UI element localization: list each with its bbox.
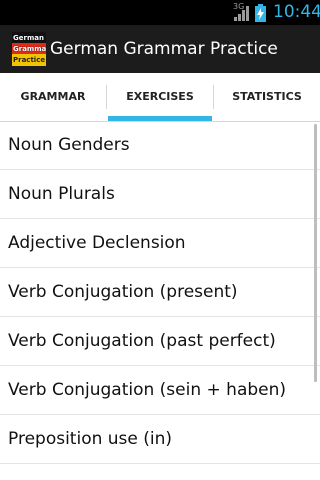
tab-statistics[interactable]: STATISTICS [214,73,320,121]
list-item-preposition-use-in[interactable]: Preposition use (in) [0,415,320,464]
list-item-adjective-declension[interactable]: Adjective Declension [0,219,320,268]
list-item-noun-genders[interactable]: Noun Genders [0,121,320,170]
app-title: German Grammar Practice [50,39,278,59]
exercise-list: Noun Genders Noun Plurals Adjective Decl… [0,121,320,464]
action-bar: German Grammar Practice German Grammar P… [0,25,320,73]
list-item-label: Preposition use (in) [8,429,173,449]
list-scrollbar[interactable] [314,124,317,382]
list-item-verb-conjugation-present[interactable]: Verb Conjugation (present) [0,268,320,317]
list-item-verb-conjugation-sein-haben[interactable]: Verb Conjugation (sein + haben) [0,366,320,415]
list-item-label: Noun Genders [8,135,130,155]
list-item-label: Verb Conjugation (past perfect) [8,331,276,351]
app-logo-line-2: Grammar [13,45,46,53]
signal-icon [234,6,249,21]
list-item-label: Verb Conjugation (present) [8,282,238,302]
tab-exercises[interactable]: EXERCISES [107,73,213,121]
app-logo-line-1: German [13,34,44,42]
list-item-label: Adjective Declension [8,233,186,253]
battery-charging-icon [255,4,266,22]
status-bar: 3G 10:44 [0,0,320,25]
list-item-noun-plurals[interactable]: Noun Plurals [0,170,320,219]
tab-bar: GRAMMAR EXERCISES STATISTICS [0,73,320,122]
list-item-verb-conjugation-past-perfect[interactable]: Verb Conjugation (past perfect) [0,317,320,366]
app-logo-line-3: Practice [13,56,46,64]
list-item-label: Noun Plurals [8,184,115,204]
app-logo-icon[interactable]: German Grammar Practice [12,32,46,66]
screen: 3G 10:44 German Grammar Practice German … [0,0,320,480]
tab-grammar[interactable]: GRAMMAR [0,73,106,121]
status-time: 10:44 [273,2,320,22]
list-item-label: Verb Conjugation (sein + haben) [8,380,287,400]
